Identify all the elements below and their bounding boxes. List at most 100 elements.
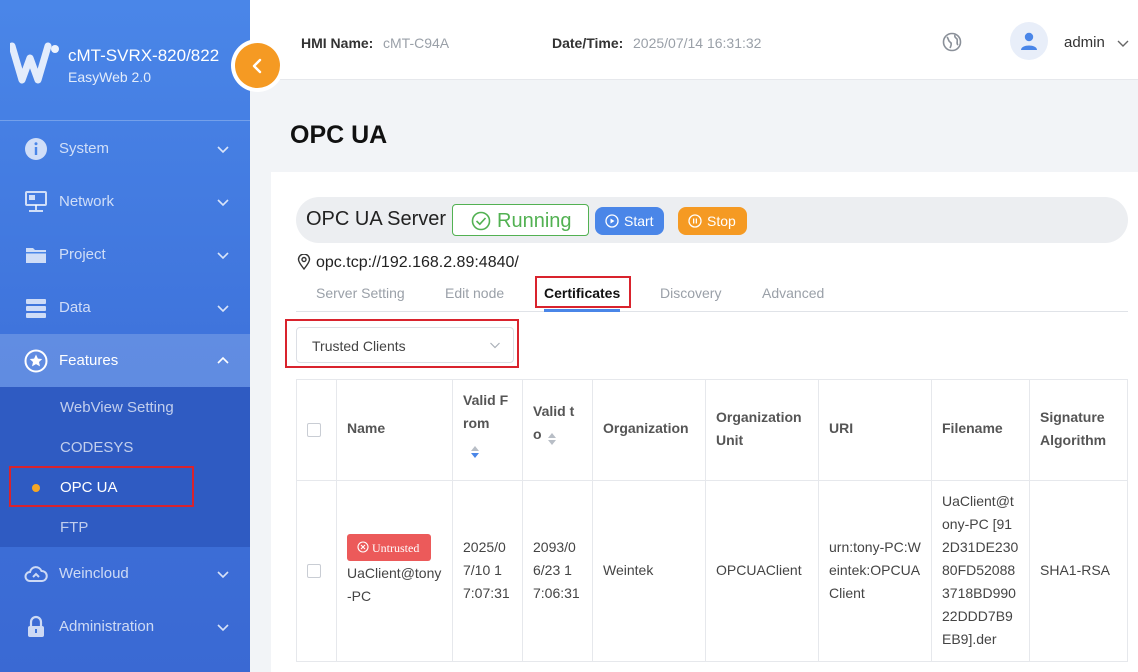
sidebar-item-label: Project xyxy=(59,246,106,263)
column-header-text: rom xyxy=(463,415,490,431)
sidebar-item-weincloud[interactable]: Weincloud xyxy=(0,547,250,600)
check-circle-icon xyxy=(471,211,491,231)
datetime-value: 2025/07/14 16:31:32 xyxy=(633,35,762,51)
table-column-divider xyxy=(931,379,932,662)
chevron-down-icon xyxy=(217,624,229,632)
column-header-text: Unit xyxy=(716,432,744,448)
column-header-text: Signature xyxy=(1040,409,1105,425)
sidebar-subitem-codesys[interactable]: CODESYS xyxy=(0,427,250,467)
cell-text: 6/23 1 xyxy=(533,562,572,578)
tab-discovery[interactable]: Discovery xyxy=(660,285,721,301)
tab-advanced[interactable]: Advanced xyxy=(762,285,824,301)
column-header-uri[interactable]: URI xyxy=(829,417,853,440)
table-column-divider xyxy=(336,379,337,662)
cell-text: 7:07:31 xyxy=(463,585,510,601)
stop-button-label: Stop xyxy=(707,213,736,229)
globe-icon[interactable] xyxy=(942,32,962,52)
sidebar-item-label: Administration xyxy=(59,618,155,635)
cell-text: UaClient@tony xyxy=(347,565,442,581)
active-tab-underline xyxy=(544,309,620,312)
column-header-organization-unit[interactable]: Organization Unit xyxy=(716,406,802,452)
lock-icon xyxy=(28,615,44,637)
sidebar-item-label: Network xyxy=(59,193,115,210)
chevron-down-icon xyxy=(217,199,229,207)
cell-text: 22DDD7B9 xyxy=(942,608,1013,624)
sidebar-item-administration[interactable]: Administration xyxy=(0,600,250,653)
row-checkbox[interactable] xyxy=(307,564,321,578)
cell-valid-from: 2025/0 7/10 1 7:07:31 xyxy=(463,536,510,605)
chevron-up-icon xyxy=(217,356,229,364)
stop-button[interactable]: Stop xyxy=(678,207,747,235)
sidebar-item-label: Weincloud xyxy=(59,565,129,582)
cell-organization-unit: OPCUAClient xyxy=(716,562,802,578)
hmi-name-label: HMI Name: xyxy=(301,35,374,51)
chevron-down-icon[interactable] xyxy=(1116,36,1130,50)
column-header-text: Valid t xyxy=(533,403,575,419)
server-status-text: Running xyxy=(497,210,572,232)
cell-valid-to: 2093/0 6/23 1 7:06:31 xyxy=(533,536,580,605)
sidebar-subitem-label: CODESYS xyxy=(60,439,134,456)
start-button-label: Start xyxy=(624,213,654,229)
server-endpoint: opc.tcp://192.168.2.89:4840/ xyxy=(316,254,519,271)
cell-text: ony-PC [91 xyxy=(942,516,1013,532)
sidebar-item-project[interactable]: Project xyxy=(0,228,250,281)
cell-text: EB9].der xyxy=(942,631,997,647)
sidebar-item-network[interactable]: Network xyxy=(0,175,250,228)
table-column-divider xyxy=(522,379,523,662)
cell-text: 2025/0 xyxy=(463,539,506,555)
sidebar-subitem-label: FTP xyxy=(60,519,89,536)
tab-server-setting[interactable]: Server Setting xyxy=(316,285,405,301)
star-circle-icon xyxy=(24,349,48,373)
column-header-filename[interactable]: Filename xyxy=(942,417,1003,440)
avatar[interactable] xyxy=(1010,22,1048,60)
sort-icon[interactable] xyxy=(547,432,557,446)
play-circle-icon xyxy=(605,214,619,228)
page-title: OPC UA xyxy=(290,121,388,149)
column-header-organization[interactable]: Organization xyxy=(603,417,689,440)
sort-icon[interactable] xyxy=(470,445,480,459)
chevron-left-icon xyxy=(252,58,261,73)
info-icon xyxy=(25,138,47,160)
start-button[interactable]: Start xyxy=(595,207,664,235)
sidebar-item-label: System xyxy=(59,140,110,157)
cell-text: eintek:OPCUA xyxy=(829,562,921,578)
brand-title: cMT-SVRX-820/822 xyxy=(68,46,220,65)
cell-text: urn:tony-PC:W xyxy=(829,539,921,555)
cell-text: 7:06:31 xyxy=(533,585,580,601)
chevron-down-icon xyxy=(217,252,229,260)
user-name[interactable]: admin xyxy=(1064,34,1105,51)
column-header-valid-from[interactable]: Valid F rom xyxy=(463,389,508,435)
status-badge: Untrusted xyxy=(347,534,431,561)
tab-edit-node[interactable]: Edit node xyxy=(445,285,504,301)
sidebar-item-data[interactable]: Data xyxy=(0,281,250,334)
cell-organization: Weintek xyxy=(603,562,654,578)
cell-filename: UaClient@t ony-PC [91 2D31DE230 80FD5208… xyxy=(942,490,1018,651)
cell-uri: urn:tony-PC:W eintek:OPCUA Client xyxy=(829,536,921,605)
collapse-sidebar-button[interactable] xyxy=(235,43,280,88)
server-status-badge: Running xyxy=(452,204,589,236)
cell-text: 7/10 1 xyxy=(463,562,502,578)
table-column-divider xyxy=(818,379,819,662)
cell-text: UaClient@t xyxy=(942,493,1014,509)
sidebar-subitem-ftp[interactable]: FTP xyxy=(0,507,250,547)
cell-name: UaClient@tony -PC xyxy=(347,562,441,608)
column-header-name[interactable]: Name xyxy=(347,417,385,440)
column-header-signature-algorithm[interactable]: Signature Algorithm xyxy=(1040,406,1106,452)
column-header-text: Valid F xyxy=(463,392,509,408)
sidebar-subitem-label: WebView Setting xyxy=(60,399,174,416)
database-icon xyxy=(26,299,46,318)
table-column-divider xyxy=(705,379,706,662)
location-pin-icon xyxy=(297,254,311,270)
sidebar-item-features[interactable]: Features xyxy=(0,334,250,387)
hmi-name-value: cMT-C94A xyxy=(383,35,450,51)
cell-text: Client xyxy=(829,585,865,601)
sidebar-subitem-webview-setting[interactable]: WebView Setting xyxy=(0,387,250,427)
server-title: OPC UA Server xyxy=(306,208,447,230)
sidebar-item-system[interactable]: System xyxy=(0,122,250,175)
cloud-icon xyxy=(24,566,48,582)
weintek-logo-icon xyxy=(10,42,59,84)
table-column-divider xyxy=(1029,379,1030,662)
select-all-checkbox[interactable] xyxy=(307,423,321,437)
user-icon xyxy=(1021,32,1037,50)
highlight-box-certificates xyxy=(535,276,631,308)
